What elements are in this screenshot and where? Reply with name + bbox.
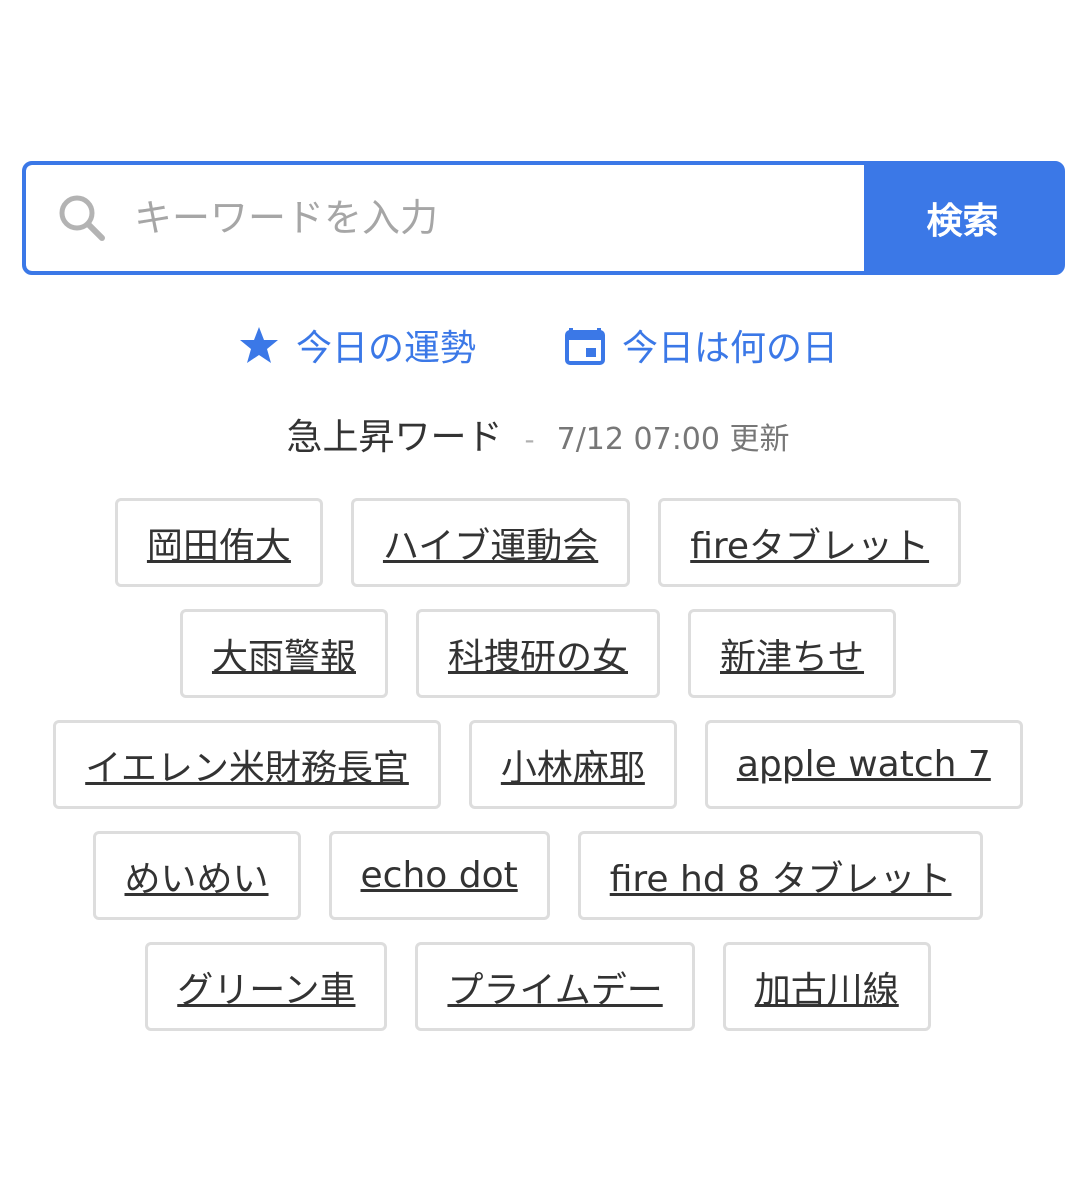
search-button[interactable]: 検索 [864, 165, 1061, 271]
trending-header: 急上昇ワード - 7/12 07:00 更新 [0, 408, 1076, 460]
trending-updated-time: 7/12 07:00 更新 [556, 422, 790, 457]
fortune-link[interactable]: 今日の運勢 [238, 316, 476, 374]
star-icon [238, 324, 280, 366]
keyword-chip[interactable]: 新津ちせ [688, 609, 897, 698]
trending-separator: - [524, 423, 535, 456]
keyword-row: 大雨警報 科捜研の女 新津ちせ [20, 609, 1056, 698]
calendar-icon [564, 324, 606, 366]
keyword-chip[interactable]: プライムデー [415, 942, 695, 1031]
trending-title: 急上昇ワード [286, 417, 503, 458]
keyword-row: めいめい echo dot fire hd 8 タブレット [20, 831, 1056, 920]
trending-keywords: 岡田侑大 ハイブ運動会 fireタブレット 大雨警報 科捜研の女 新津ちせ イエ… [20, 498, 1056, 1031]
keyword-row: グリーン車 プライムデー 加古川線 [20, 942, 1056, 1031]
fortune-link-label: 今日の運勢 [295, 328, 476, 369]
quick-links: 今日の運勢 今日は何の日 [0, 316, 1076, 374]
keyword-chip[interactable]: 小林麻耶 [468, 720, 677, 809]
search-icon [56, 192, 108, 244]
keyword-chip[interactable]: 大雨警報 [179, 609, 388, 698]
keyword-row: イエレン米財務長官 小林麻耶 apple watch 7 [20, 720, 1056, 809]
keyword-chip[interactable]: 加古川線 [722, 942, 931, 1031]
keyword-chip[interactable]: めいめい [92, 831, 301, 920]
keyword-chip[interactable]: 岡田侑大 [114, 498, 323, 587]
search-field[interactable] [26, 165, 864, 271]
search-input[interactable] [134, 165, 864, 271]
keyword-chip[interactable]: グリーン車 [145, 942, 388, 1031]
keyword-chip[interactable]: 科捜研の女 [415, 609, 660, 698]
keyword-chip[interactable]: fireタブレット [658, 498, 962, 587]
today-in-history-link[interactable]: 今日は何の日 [564, 316, 838, 374]
keyword-chip[interactable]: fire hd 8 タブレット [577, 831, 984, 920]
today-in-history-link-label: 今日は何の日 [622, 328, 839, 369]
keyword-chip[interactable]: イエレン米財務長官 [53, 720, 441, 809]
keyword-chip[interactable]: apple watch 7 [704, 720, 1023, 809]
keyword-row: 岡田侑大 ハイブ運動会 fireタブレット [20, 498, 1056, 587]
search-form: 検索 [22, 161, 1065, 275]
keyword-chip[interactable]: echo dot [328, 831, 550, 920]
keyword-chip[interactable]: ハイブ運動会 [350, 498, 631, 587]
